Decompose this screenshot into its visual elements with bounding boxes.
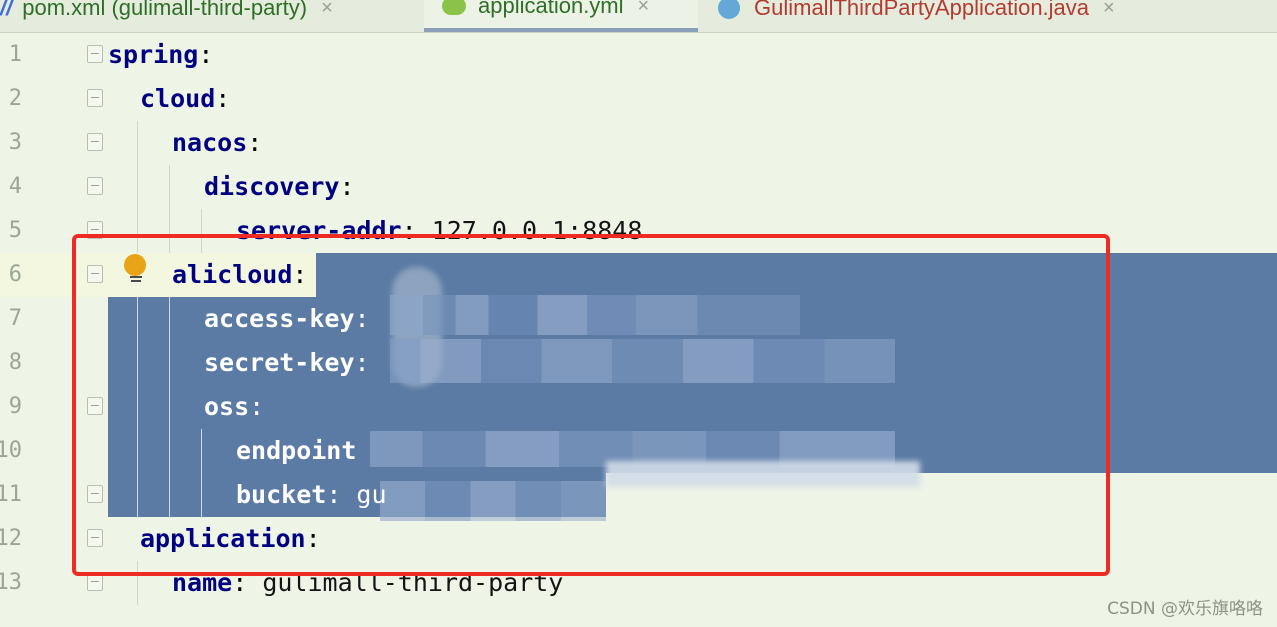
fold-icon[interactable] xyxy=(87,177,103,195)
yaml-key: cloud xyxy=(140,84,216,113)
close-icon[interactable]: × xyxy=(638,0,650,18)
watermark: CSDN @欢乐旗咯咯 xyxy=(1107,599,1263,619)
code-line[interactable]: 4 discovery: xyxy=(0,165,1277,209)
tab-pom-xml[interactable]: // pom.xml (gulimall-third-party) × xyxy=(0,0,420,32)
line-number: 3 xyxy=(8,130,22,155)
yaml-key: spring xyxy=(108,40,199,69)
line-number: 1 xyxy=(8,42,22,67)
tab-label: pom.xml (gulimall-third-party) xyxy=(22,0,308,20)
tab-java-class[interactable]: GulimallThirdPartyApplication.java × xyxy=(712,0,1182,32)
line-number: 13 xyxy=(0,570,22,595)
line-number: 2 xyxy=(8,86,22,111)
java-class-icon xyxy=(718,0,740,19)
line-number: 6 xyxy=(8,262,22,287)
line-number: 9 xyxy=(8,394,22,419)
fold-icon[interactable] xyxy=(87,89,103,107)
tab-label: application.yml xyxy=(478,0,624,18)
fold-icon[interactable] xyxy=(87,133,103,151)
editor-tab-bar: // pom.xml (gulimall-third-party) × appl… xyxy=(0,0,1277,33)
line-number: 8 xyxy=(8,350,22,375)
close-icon[interactable]: × xyxy=(1103,0,1115,20)
yaml-colon: : xyxy=(339,172,355,201)
fold-icon[interactable] xyxy=(87,45,103,63)
yaml-spring-icon xyxy=(442,0,466,15)
line-number: 10 xyxy=(0,438,22,463)
code-line[interactable]: 3 nacos: xyxy=(0,121,1277,165)
code-line[interactable]: 1 spring: xyxy=(0,33,1277,77)
annotation-highlight-box xyxy=(72,234,1110,576)
yaml-colon: : xyxy=(198,40,214,69)
line-number: 7 xyxy=(8,306,22,331)
line-number: 12 xyxy=(0,526,22,551)
tab-label: GulimallThirdPartyApplication.java xyxy=(754,0,1090,20)
yaml-key: discovery xyxy=(204,172,340,201)
maven-file-icon: // xyxy=(0,0,13,20)
close-icon[interactable]: × xyxy=(321,0,333,20)
line-number: 11 xyxy=(0,482,22,507)
yaml-key: nacos xyxy=(172,128,248,157)
tab-application-yml[interactable]: application.yml × xyxy=(424,0,698,32)
code-line[interactable]: 2 cloud: xyxy=(0,77,1277,121)
line-number: 5 xyxy=(8,218,22,243)
line-number: 4 xyxy=(8,174,22,199)
yaml-colon: : xyxy=(247,128,263,157)
yaml-colon: : xyxy=(215,84,231,113)
